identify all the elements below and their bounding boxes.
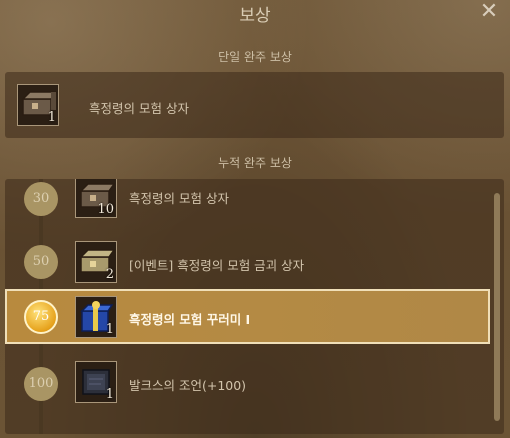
reward-row-100[interactable]: 100 1 발크스의 조언(+100) — [5, 357, 490, 411]
item-quantity: 1 — [105, 322, 114, 337]
milestone-badge: 30 — [24, 182, 58, 216]
reward-name: 흑정령의 모험 상자 — [129, 191, 229, 206]
reward-name: 흑정령의 모험 꾸러미 I — [129, 312, 251, 327]
item-quantity: 2 — [105, 267, 114, 282]
item-quantity: 10 — [97, 202, 114, 217]
reward-name: [이벤트] 흑정령의 모험 금괴 상자 — [129, 258, 305, 273]
item-quantity: 1 — [105, 387, 114, 402]
milestone-badge: 50 — [24, 245, 58, 279]
single-reward-name: 흑정령의 모험 상자 — [89, 101, 189, 116]
reward-row-50[interactable]: 50 2 [이벤트] 흑정령의 모험 금괴 상자 — [5, 237, 490, 291]
milestone-badge: 75 — [24, 300, 58, 334]
gold-chest-icon[interactable]: 2 — [75, 241, 117, 283]
blue-gift-box-icon[interactable]: 1 — [75, 296, 117, 338]
item-quantity: 1 — [47, 110, 56, 125]
close-icon[interactable]: ✕ — [476, 0, 502, 26]
single-reward-panel: 1 흑정령의 모험 상자 — [5, 72, 504, 138]
scroll-icon[interactable]: 1 — [75, 361, 117, 403]
cumulative-reward-panel: 30 10 흑정령의 모험 상자 50 2 [이벤트] 흑정령의 모험 금괴 상… — [5, 179, 504, 434]
scrollbar[interactable] — [494, 193, 500, 421]
scrollbar-thumb[interactable] — [494, 193, 500, 421]
chest-icon[interactable]: 10 — [75, 179, 117, 218]
window-title: 보상 — [239, 6, 271, 26]
reward-name: 발크스의 조언(+100) — [129, 378, 247, 393]
milestone-badge: 100 — [24, 367, 58, 401]
cumulative-reward-heading: 누적 완주 보상 — [218, 156, 292, 170]
single-reward-heading: 단일 완주 보상 — [218, 50, 292, 64]
reward-row-75[interactable]: 75 1 흑정령의 모험 꾸러미 I — [5, 289, 490, 344]
chest-icon[interactable]: 1 — [17, 84, 59, 126]
reward-row-30[interactable]: 30 10 흑정령의 모험 상자 — [5, 179, 490, 226]
